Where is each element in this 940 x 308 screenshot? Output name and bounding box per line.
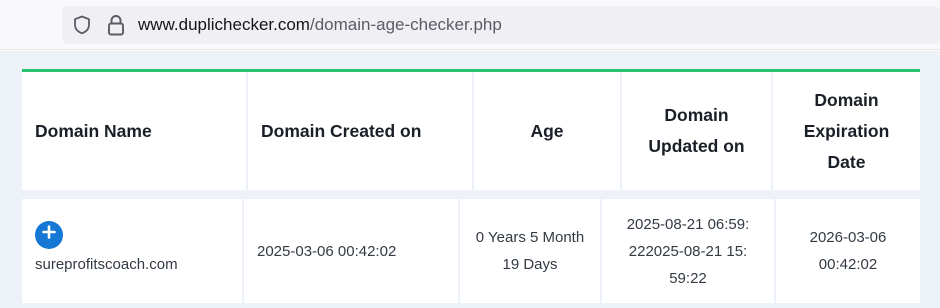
cell-created-on: 2025-03-06 00:42:02 [244, 199, 458, 303]
url-text[interactable]: www.duplichecker.com/domain-age-checker.… [138, 15, 502, 35]
lock-icon[interactable] [106, 14, 126, 36]
domain-age-table: Domain Name Domain Created on Age Domain… [22, 69, 920, 308]
header-domain-name: Domain Name [22, 72, 246, 190]
table-header-row: Domain Name Domain Created on Age Domain… [22, 72, 920, 190]
url-domain: www.duplichecker.com [138, 15, 310, 34]
header-age: Age [474, 72, 620, 190]
cell-expiration-date: 2026-03-06 00:42:02 [776, 199, 920, 303]
cell-age: 0 Years 5 Month 19 Days [460, 199, 600, 303]
url-path: /domain-age-checker.php [309, 15, 502, 34]
shield-icon[interactable] [72, 15, 92, 35]
cell-updated-on: 2025-08-21 06:59:222025-08-21 15:59:22 [602, 199, 774, 303]
domain-name-value: sureprofitscoach.com [35, 255, 178, 273]
header-domain-updated-on: Domain Updated on [622, 72, 771, 190]
table-row: sureprofitscoach.com 2025-03-06 00:42:02… [22, 199, 920, 303]
header-domain-expiration-date: Domain Expiration Date [773, 72, 920, 190]
cell-domain-name: sureprofitscoach.com [22, 199, 242, 303]
header-domain-created-on: Domain Created on [248, 72, 472, 190]
plus-icon [42, 221, 56, 248]
expand-row-button[interactable] [35, 220, 63, 249]
